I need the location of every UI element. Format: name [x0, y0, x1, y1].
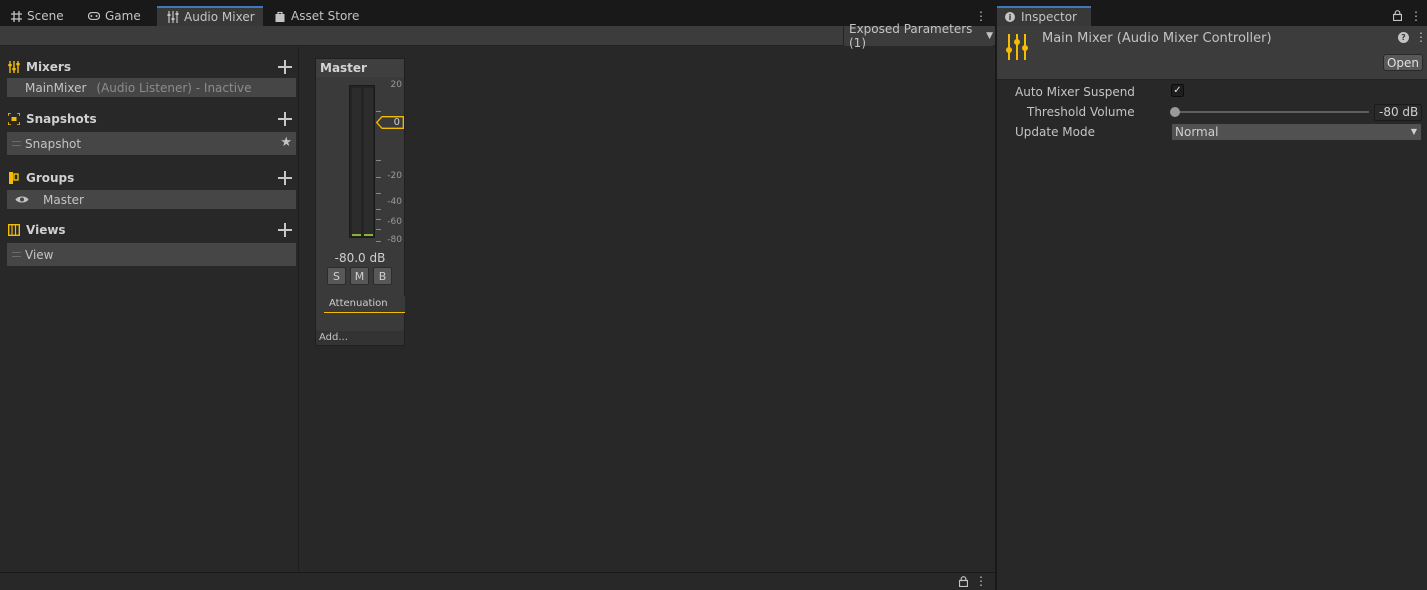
view-name: View: [25, 247, 54, 262]
master-channel-strip: Master 20 -20 -40 -60 -80 0 -80.0 dB S M…: [315, 58, 405, 346]
audio-mixer-window: Scene Game Audio Mixer Asset Store ⋮ Exp…: [0, 6, 995, 590]
add-effect-button[interactable]: Add...: [316, 331, 404, 345]
camera-frame-icon: [8, 113, 20, 125]
tab-game[interactable]: Game: [78, 6, 155, 26]
mixer-name: MainMixer: [25, 80, 87, 95]
menu-icon[interactable]: ⋮: [975, 574, 987, 588]
tab-label: Audio Mixer: [184, 10, 255, 24]
inspector-header: Main Mixer (Audio Mixer Controller) ? ⋮ …: [997, 26, 1427, 80]
audio-mixer-icon: [1005, 34, 1029, 63]
mixer-icon: [8, 61, 20, 73]
snapshot-list-item[interactable]: Snapshot ★: [7, 132, 296, 155]
eye-icon[interactable]: [7, 195, 37, 204]
update-mode-label: Update Mode: [1015, 125, 1095, 139]
auto-mixer-suspend-label: Auto Mixer Suspend: [1015, 85, 1135, 99]
threshold-volume-field[interactable]: -80 dB: [1374, 104, 1422, 121]
groups-title: Groups: [26, 171, 75, 185]
window-menu-icon[interactable]: ⋮: [975, 9, 987, 23]
gamepad-icon: [88, 10, 100, 22]
meter-right: [364, 88, 373, 236]
mute-button[interactable]: M: [350, 267, 369, 285]
vu-meter: [349, 85, 375, 238]
inspector-window: i Inspector ⋮ Main Mixer (Audio Mixer Co…: [997, 6, 1427, 590]
scale-label: -80: [387, 235, 402, 245]
group-name: Master: [43, 192, 84, 207]
tab-label: Scene: [27, 9, 64, 23]
solo-button[interactable]: S: [327, 267, 346, 285]
scale-label: 20: [390, 80, 402, 90]
add-group-button[interactable]: [278, 171, 292, 185]
star-icon[interactable]: ★: [280, 135, 292, 150]
threshold-slider-track[interactable]: [1175, 111, 1369, 113]
tab-label: Game: [105, 9, 141, 23]
exposed-parameters-dropdown[interactable]: Exposed Parameters (1) ▼: [843, 22, 993, 50]
auto-mixer-suspend-checkbox[interactable]: ✓: [1171, 84, 1184, 97]
shopping-bag-icon: [274, 10, 286, 22]
threshold-volume-label: Threshold Volume: [1027, 105, 1135, 119]
snapshots-title: Snapshots: [26, 112, 97, 126]
snapshots-header: Snapshots: [8, 110, 97, 128]
menu-icon[interactable]: ⋮: [1410, 9, 1422, 23]
group-icon: [8, 172, 20, 184]
strip-title: Master: [316, 59, 404, 77]
db-readout: -80.0 dB: [334, 251, 386, 265]
meter-left: [352, 88, 361, 236]
snapshot-name: Snapshot: [25, 136, 82, 151]
grid-icon: [10, 10, 22, 22]
tab-label: Asset Store: [291, 9, 360, 23]
views-header: Views: [8, 221, 66, 239]
groups-header: Groups: [8, 169, 74, 187]
add-view-button[interactable]: [278, 223, 292, 237]
fader-value: 0: [393, 117, 400, 128]
mixer-detail: (Audio Listener) - Inactive: [96, 80, 252, 95]
scale-label: -60: [387, 217, 402, 227]
inspector-tab-bar: i Inspector ⋮: [997, 6, 1427, 26]
drag-handle-icon[interactable]: [12, 141, 21, 146]
mixer-list-item[interactable]: MainMixer (Audio Listener) - Inactive: [7, 78, 296, 97]
volume-fader-handle[interactable]: 0: [376, 116, 404, 129]
exposed-parameters-label: Exposed Parameters (1): [849, 22, 973, 50]
open-button[interactable]: Open: [1383, 54, 1423, 71]
mixer-toolbar: Exposed Parameters (1) ▼: [0, 22, 995, 50]
scale-label: -20: [387, 171, 402, 181]
tab-label: Inspector: [1021, 10, 1077, 24]
threshold-slider-thumb[interactable]: [1170, 107, 1180, 117]
views-icon: [8, 224, 20, 236]
tab-scene[interactable]: Scene: [0, 6, 75, 26]
tab-inspector[interactable]: i Inspector: [997, 6, 1091, 26]
attenuation-effect[interactable]: Attenuation: [324, 296, 405, 313]
tab-asset-store[interactable]: Asset Store: [264, 6, 364, 26]
bypass-button[interactable]: B: [373, 267, 392, 285]
tab-bar: Scene Game Audio Mixer Asset Store ⋮: [0, 6, 995, 26]
drag-handle-icon[interactable]: [12, 252, 21, 257]
update-mode-dropdown[interactable]: Normal ▼: [1171, 123, 1422, 141]
help-icon[interactable]: ?: [1398, 32, 1409, 43]
mixer-icon: [167, 11, 179, 23]
info-icon: i: [1005, 12, 1015, 22]
scale-label: -40: [387, 197, 402, 207]
lock-icon[interactable]: [1392, 10, 1403, 24]
component-menu-icon[interactable]: ⋮: [1415, 30, 1427, 44]
inspector-title: Main Mixer (Audio Mixer Controller): [1042, 31, 1272, 46]
mixers-title: Mixers: [26, 60, 71, 74]
update-mode-value: Normal: [1175, 125, 1219, 139]
mixers-header: Mixers: [8, 58, 71, 76]
add-mixer-button[interactable]: [278, 60, 292, 74]
chevron-down-icon: ▼: [1410, 127, 1417, 136]
add-snapshot-button[interactable]: [278, 112, 292, 126]
group-list-item[interactable]: Master: [7, 190, 296, 209]
status-bar: ⋮: [0, 572, 995, 590]
lock-icon[interactable]: [958, 576, 969, 590]
tab-audio-mixer[interactable]: Audio Mixer: [157, 6, 263, 26]
view-list-item[interactable]: View: [7, 243, 296, 266]
chevron-down-icon: ▼: [986, 31, 993, 41]
mixer-sidebar: Mixers MainMixer (Audio Listener) - Inac…: [3, 47, 299, 571]
views-title: Views: [26, 223, 66, 237]
